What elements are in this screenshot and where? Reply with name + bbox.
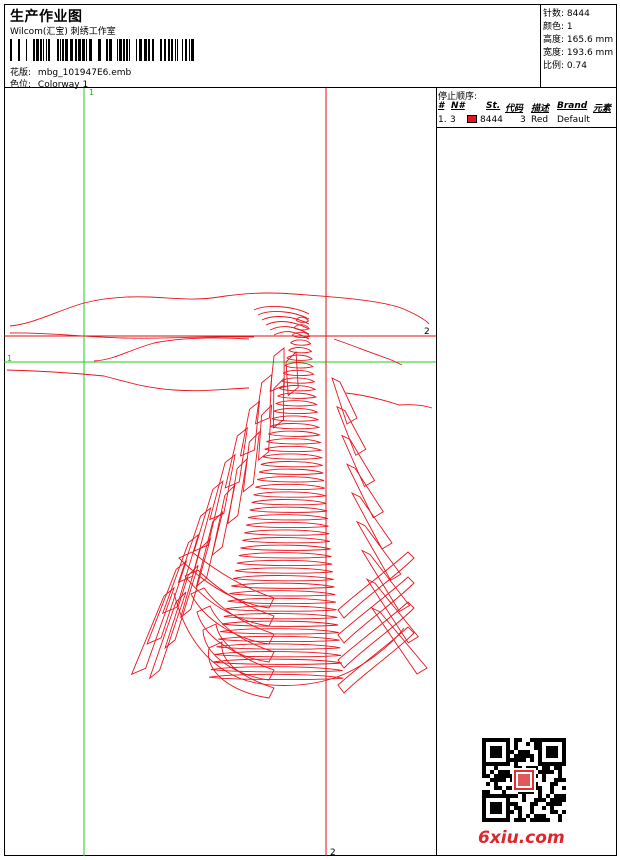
stitches-value: 8444 (566, 9, 590, 19)
scale-stat: 比例: 0.74 (543, 61, 587, 71)
width-stat: 宽度: 193.6 mm (543, 48, 614, 58)
row-brand: Default (557, 115, 590, 125)
watermark-text: 6xiu.com (478, 828, 565, 848)
page-title: 生产作业图 (10, 9, 83, 25)
row-code: 3 (520, 115, 526, 125)
col-code: 代码 (505, 104, 524, 114)
height-value: 165.6 mm (566, 35, 614, 45)
embroidery-drawing: 1 1 2 2 (4, 88, 436, 856)
qr-code-image (482, 738, 566, 822)
colors-value: 1 (566, 22, 573, 32)
row-index: 1. (438, 115, 447, 125)
col-st: St. (486, 101, 501, 111)
scale-value: 0.74 (566, 61, 587, 71)
panel-divider (436, 127, 617, 128)
row-stitches: 8444 (480, 115, 503, 125)
design-canvas: 1 1 2 2 (4, 88, 437, 856)
row-no: 3 (450, 115, 456, 125)
col-no: N# (451, 101, 465, 111)
guide-label-green-top: 1 (89, 88, 94, 97)
guide-label-green-left: 1 (7, 354, 12, 363)
header-info: 生产作业图 Wilcom(汇宝) 刺绣工作室 花版: mbg_101947E6.… (4, 4, 541, 90)
horizon-strokes (6, 292, 433, 409)
colors-stat: 颜色: 1 (543, 22, 573, 32)
stitches-stat: 针数: 8444 (543, 9, 590, 19)
width-value: 193.6 mm (566, 48, 614, 58)
guide-label-red-right: 2 (424, 327, 430, 337)
thread-color-swatch (467, 115, 477, 123)
stats-box: 针数: 8444 颜色: 1 高度: 165.6 mm 宽度: 193.6 mm… (540, 4, 617, 88)
height-stat: 高度: 165.6 mm (543, 35, 614, 45)
col-element: 元素 (593, 104, 612, 114)
col-hash: # (438, 101, 445, 111)
guide-label-red-bottom: 2 (330, 848, 336, 856)
barcode-image (10, 39, 194, 61)
col-desc: 描述 (531, 104, 550, 114)
studio-subtitle: Wilcom(汇宝) 刺绣工作室 (10, 27, 116, 37)
embroidery-motif (130, 306, 428, 699)
row-desc: Red (531, 115, 549, 125)
col-brand: Brand (557, 101, 588, 111)
